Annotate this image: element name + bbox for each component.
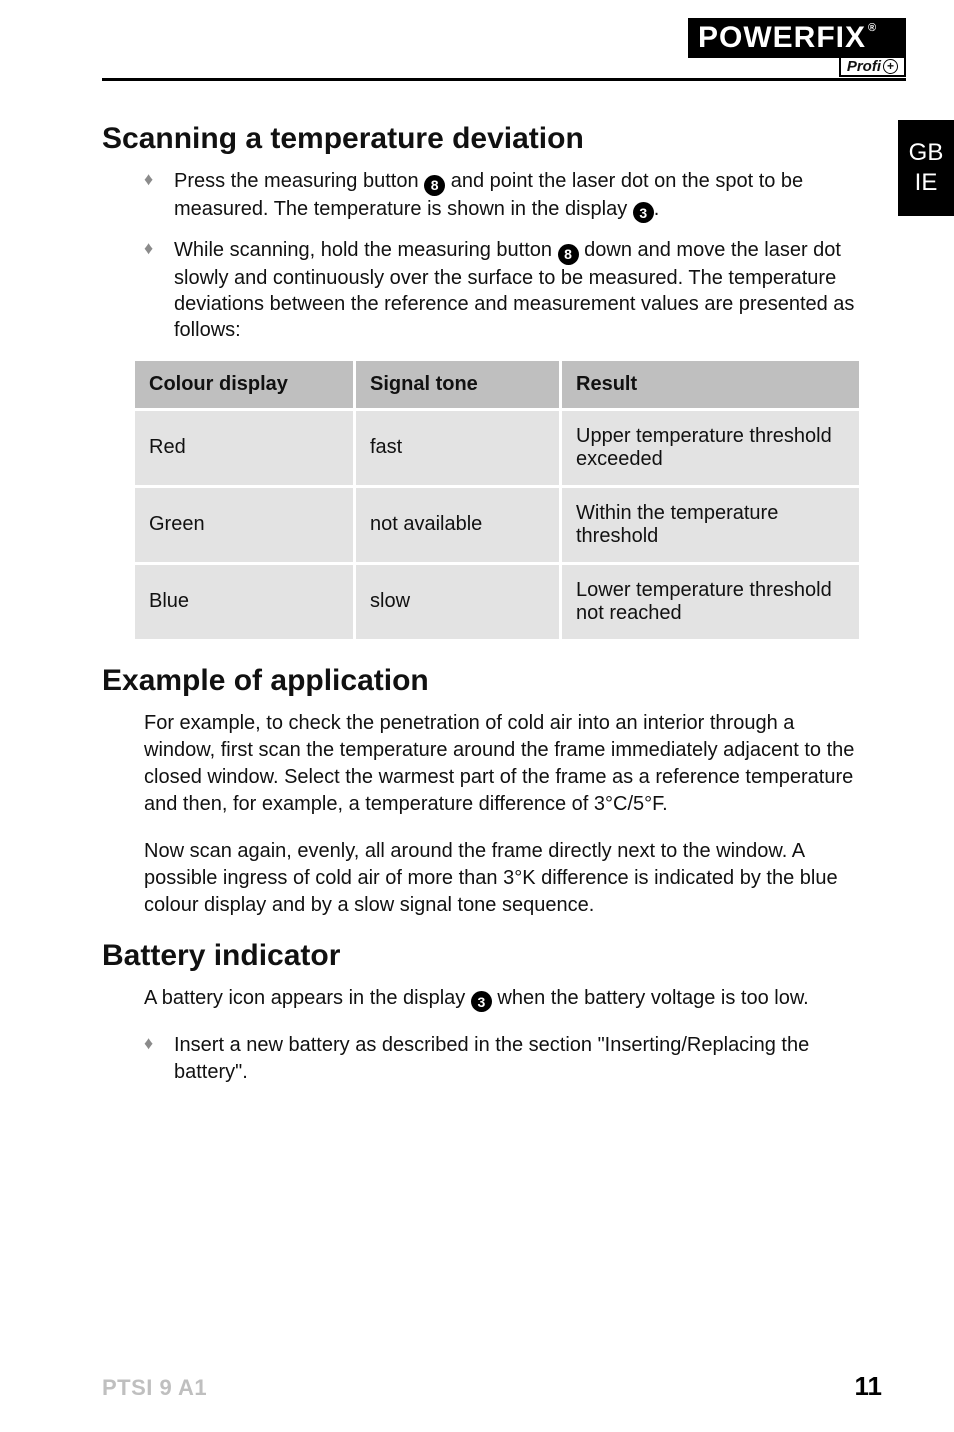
table-header-row: Colour display Signal tone Result <box>135 361 859 408</box>
brand-subline: Profi + <box>839 58 906 77</box>
footer-page-number: 11 <box>855 1371 883 1402</box>
battery-bullet-list: Insert a new battery as described in the… <box>102 1032 870 1085</box>
plus-circle-icon: + <box>883 59 898 74</box>
brand-name-box: POWERFIX® <box>688 18 906 58</box>
heading-scanning: Scanning a temperature deviation <box>102 122 870 156</box>
col-header-colour: Colour display <box>135 361 353 408</box>
text-fragment: when the battery voltage is too low. <box>492 987 809 1009</box>
cell-signal: slow <box>356 565 559 639</box>
col-header-signal: Signal tone <box>356 361 559 408</box>
language-tab: GB IE <box>898 120 954 216</box>
list-item: While scanning, hold the measuring butto… <box>144 237 870 344</box>
list-item: Press the measuring button 8 and point t… <box>144 168 870 223</box>
lang-line-1: GB <box>909 138 944 168</box>
brand-name: POWERFIX <box>698 23 866 53</box>
reference-badge-icon: 3 <box>633 202 654 223</box>
heading-example: Example of application <box>102 664 870 698</box>
text-fragment: . <box>654 198 660 220</box>
cell-result: Within the temperature threshold <box>562 488 859 562</box>
cell-result: Lower temperature threshold not reached <box>562 565 859 639</box>
col-header-result: Result <box>562 361 859 408</box>
table-row: Red fast Upper temperature threshold exc… <box>135 411 859 485</box>
brand-bar: POWERFIX® Profi + <box>102 18 906 84</box>
scanning-bullet-list: Press the measuring button 8 and point t… <box>102 168 870 344</box>
text-fragment: Press the measuring button <box>174 170 424 192</box>
brand-registered: ® <box>868 23 877 34</box>
example-paragraph-1: For example, to check the penetration of… <box>144 710 870 818</box>
lang-line-2: IE <box>915 168 938 198</box>
cell-colour: Red <box>135 411 353 485</box>
table-row: Green not available Within the temperatu… <box>135 488 859 562</box>
battery-paragraph: A battery icon appears in the display 3 … <box>144 985 870 1013</box>
text-fragment: Insert a new battery as described in the… <box>174 1034 809 1082</box>
example-paragraph-2: Now scan again, evenly, all around the f… <box>144 838 870 919</box>
page-footer: PTSI 9 A1 11 <box>102 1371 882 1402</box>
reference-badge-icon: 3 <box>471 991 492 1012</box>
list-item: Insert a new battery as described in the… <box>144 1032 870 1085</box>
reference-badge-icon: 8 <box>424 175 445 196</box>
footer-model: PTSI 9 A1 <box>102 1375 207 1401</box>
cell-colour: Green <box>135 488 353 562</box>
text-fragment: While scanning, hold the measuring butto… <box>174 239 558 261</box>
heading-battery: Battery indicator <box>102 939 870 973</box>
deviation-table: Colour display Signal tone Result Red fa… <box>132 358 862 642</box>
cell-signal: fast <box>356 411 559 485</box>
text-fragment: A battery icon appears in the display <box>144 987 471 1009</box>
reference-badge-icon: 8 <box>558 244 579 265</box>
cell-result: Upper temperature threshold exceeded <box>562 411 859 485</box>
cell-colour: Blue <box>135 565 353 639</box>
table-row: Blue slow Lower temperature threshold no… <box>135 565 859 639</box>
brand-badge: POWERFIX® Profi + <box>688 18 906 84</box>
brand-sub-prefix: Profi <box>847 59 881 74</box>
cell-signal: not available <box>356 488 559 562</box>
